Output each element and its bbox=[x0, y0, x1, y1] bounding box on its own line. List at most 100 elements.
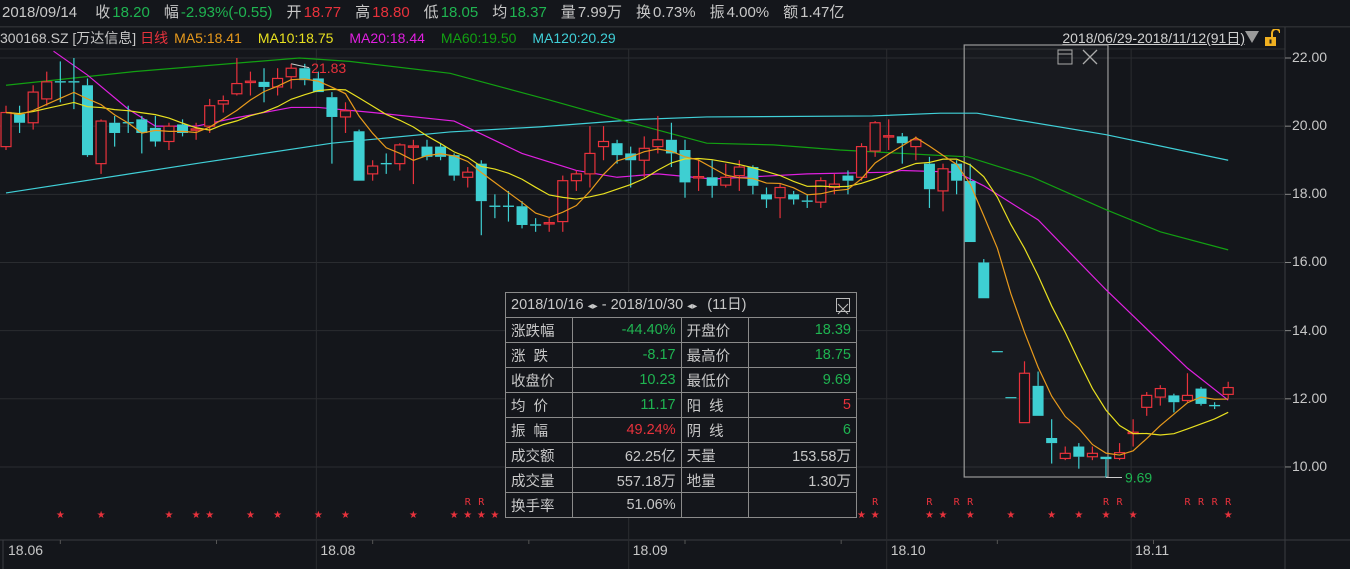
candle-body-up bbox=[407, 145, 419, 148]
candle-body-up bbox=[597, 140, 610, 148]
stat-value bbox=[747, 492, 856, 517]
y-tick-label: 14.00 bbox=[1292, 321, 1328, 338]
candle-body-down bbox=[502, 205, 514, 207]
stat-value: 10.23 bbox=[572, 367, 682, 393]
candle-body-down bbox=[109, 122, 121, 133]
end-date-arrows-icon[interactable]: ◂▸ bbox=[687, 301, 697, 312]
candle-body-up bbox=[910, 139, 922, 148]
star-marker: ★ bbox=[1074, 510, 1083, 521]
r-marker: R bbox=[1117, 497, 1124, 508]
y-tick-label: 10.00 bbox=[1292, 457, 1328, 474]
star-marker: ★ bbox=[966, 510, 975, 521]
x-tick-label: 18.09 bbox=[632, 542, 668, 558]
r-marker: R bbox=[1198, 497, 1205, 508]
candle-body-up bbox=[570, 173, 582, 182]
x-tick-label: 18.10 bbox=[890, 542, 926, 558]
stat-label: 天量 bbox=[680, 442, 749, 468]
y-tick-label: 20.00 bbox=[1292, 117, 1328, 134]
candle-body-down bbox=[1046, 437, 1058, 444]
star-marker: ★ bbox=[205, 510, 214, 521]
stats-row: 涨跌幅 -44.40% 开盘价 18.39 bbox=[506, 318, 856, 343]
candle-body-down bbox=[530, 224, 542, 226]
y-tick-label: 18.00 bbox=[1292, 185, 1328, 202]
candle-body-up bbox=[855, 146, 868, 178]
star-marker: ★ bbox=[1224, 510, 1233, 521]
stat-label: 振 幅 bbox=[506, 417, 573, 443]
interval-end-date: 2018/10/30 bbox=[610, 297, 684, 313]
candle-body-up bbox=[339, 110, 352, 118]
candle-body-up bbox=[231, 82, 243, 95]
candle-body-up bbox=[394, 144, 406, 165]
candle-body-up bbox=[41, 81, 53, 100]
stat-label: 涨跌幅 bbox=[506, 318, 573, 343]
candle-body-down bbox=[747, 167, 759, 186]
candle-body-up bbox=[27, 91, 39, 124]
candle-body-up bbox=[733, 166, 745, 177]
star-marker: ★ bbox=[1006, 510, 1015, 521]
star-marker: ★ bbox=[314, 510, 323, 521]
stats-row: 均 价 11.17 阳 线 5 bbox=[506, 392, 856, 418]
star-marker: ★ bbox=[939, 510, 948, 521]
star-marker: ★ bbox=[857, 510, 866, 521]
star-marker: ★ bbox=[273, 510, 282, 521]
star-marker: ★ bbox=[871, 510, 880, 521]
y-tick-label: 12.00 bbox=[1292, 389, 1328, 406]
candle-body-down bbox=[1073, 446, 1085, 457]
candle-body-down bbox=[801, 200, 813, 202]
candle-body-up bbox=[1154, 387, 1166, 398]
candle-body-down bbox=[54, 81, 66, 83]
candle-body-down bbox=[1209, 404, 1221, 407]
stat-label: 均 价 bbox=[506, 392, 573, 418]
candle-body-up bbox=[244, 80, 257, 84]
stat-value: 49.24% bbox=[572, 417, 682, 443]
r-marker: R bbox=[967, 497, 974, 508]
candle-body-up bbox=[883, 135, 895, 138]
stat-label: 成交额 bbox=[506, 442, 573, 468]
stat-label bbox=[680, 492, 749, 517]
candle-body-up bbox=[285, 67, 297, 78]
candle-body-down bbox=[68, 81, 80, 83]
stat-value: 11.17 bbox=[572, 392, 682, 418]
candle-body-up bbox=[204, 105, 216, 127]
candle-body-down bbox=[978, 262, 990, 299]
stat-label: 地量 bbox=[680, 467, 749, 493]
candle-body-up bbox=[774, 186, 786, 199]
candle-body-up bbox=[367, 165, 379, 175]
candle-body-down bbox=[1168, 395, 1180, 403]
stat-value: 153.58万 bbox=[747, 442, 856, 468]
interval-days: (11日) bbox=[707, 297, 747, 313]
candle-body-down bbox=[258, 81, 270, 87]
candle-body-down bbox=[760, 194, 772, 200]
candle-body-down bbox=[842, 175, 854, 181]
candle-body-down bbox=[1032, 385, 1044, 416]
stat-label: 收盘价 bbox=[506, 367, 573, 393]
stat-label: 最高价 bbox=[680, 342, 749, 368]
stat-value: 557.18万 bbox=[572, 467, 682, 493]
candle-body-up bbox=[217, 99, 229, 105]
interval-stats-panel: 2018/10/16 ◂▸ - 2018/10/30 ◂▸ (11日) 涨跌幅 … bbox=[505, 292, 857, 518]
start-date-arrows-icon[interactable]: ◂▸ bbox=[588, 301, 598, 312]
stats-row: 振 幅 49.24% 阴 线 6 bbox=[506, 417, 856, 443]
stat-value: 62.25亿 bbox=[572, 442, 682, 468]
stats-row: 换手率 51.06% bbox=[506, 492, 856, 517]
candle-body-up bbox=[937, 168, 949, 192]
star-marker: ★ bbox=[56, 510, 65, 521]
star-marker: ★ bbox=[1047, 510, 1056, 521]
candle-body-down bbox=[380, 162, 392, 165]
y-tick-label: 22.00 bbox=[1292, 49, 1328, 65]
candle-body-down bbox=[611, 143, 623, 156]
star-marker: ★ bbox=[164, 510, 173, 521]
stat-value: 5 bbox=[747, 392, 856, 418]
low-price-label: 9.69 bbox=[1125, 470, 1152, 486]
stats-row: 收盘价 10.23 最低价 9.69 bbox=[506, 367, 856, 393]
stat-value: 18.39 bbox=[747, 318, 856, 343]
stat-value: 1.30万 bbox=[747, 467, 856, 493]
candle-body-up bbox=[652, 139, 664, 148]
star-marker: ★ bbox=[490, 510, 499, 521]
close-panel-icon[interactable] bbox=[836, 298, 850, 315]
candle-body-up bbox=[557, 180, 569, 223]
r-marker: R bbox=[478, 497, 485, 508]
candle-body-down bbox=[991, 351, 1003, 353]
star-marker: ★ bbox=[97, 510, 106, 521]
stat-label: 阳 线 bbox=[680, 392, 749, 418]
